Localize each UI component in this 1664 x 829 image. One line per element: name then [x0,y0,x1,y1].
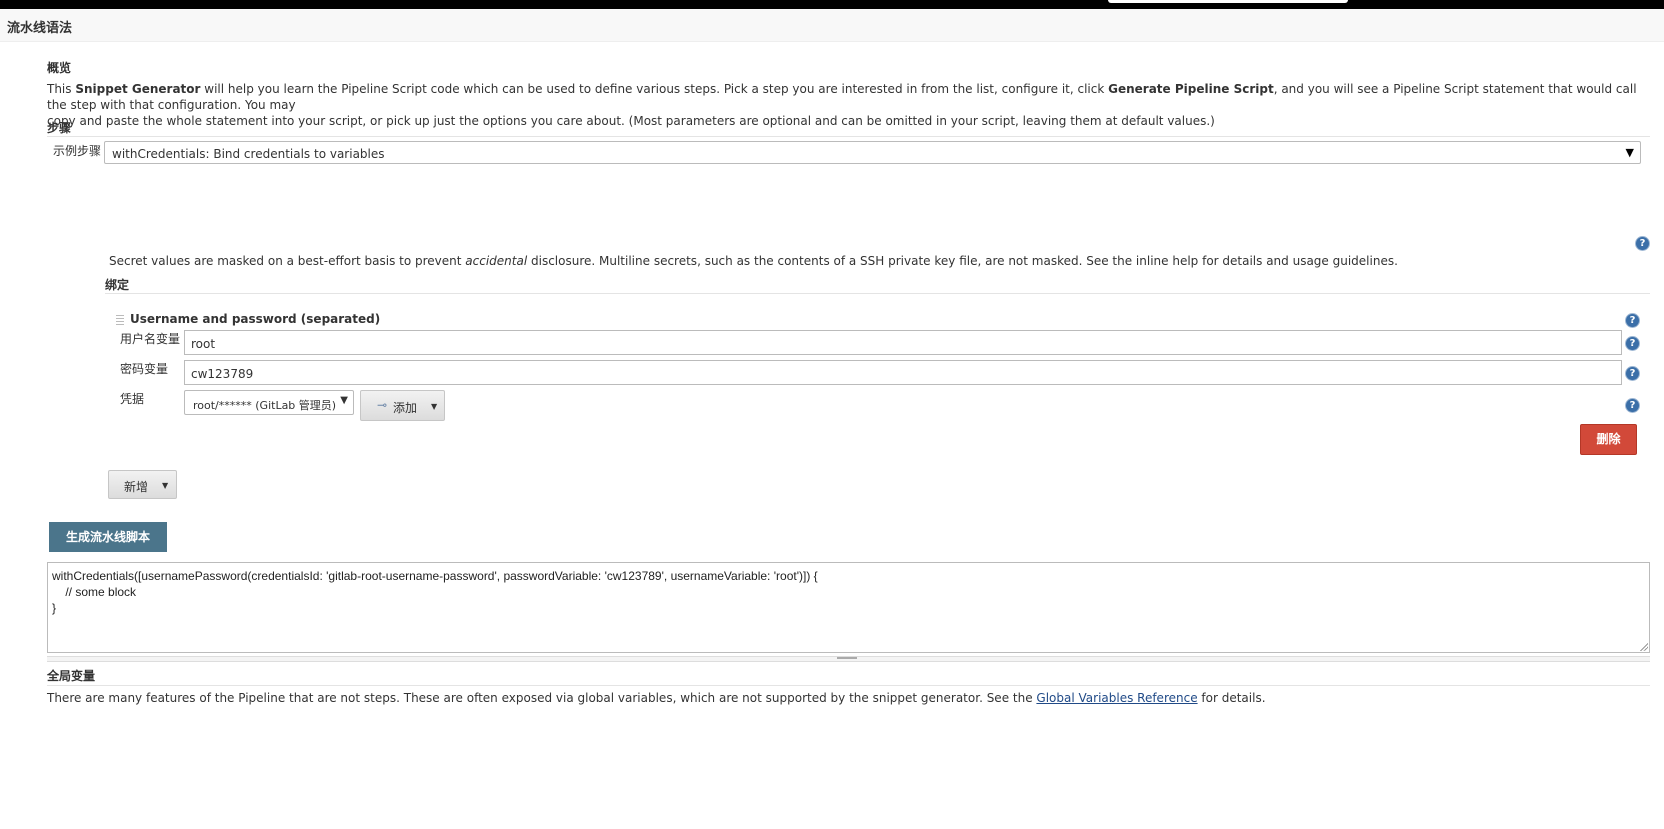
global-variables-reference-link[interactable]: Global Variables Reference [1036,691,1197,705]
resize-knob [837,657,857,659]
add-credentials-button[interactable]: ⊸ 添加 ▼ [360,390,445,421]
binding-type-title: Username and password (separated) [130,312,381,326]
generate-pipeline-script-button[interactable]: 生成流水线脚本 [49,522,167,552]
textarea-resize-handle[interactable] [47,656,1650,662]
credentials-label: 凭据 [120,392,145,406]
sample-step-label: 示例步骤 [53,144,102,158]
top-bar [0,0,1664,9]
overview-text-part: will help you learn the Pipeline Script … [200,82,1109,96]
secret-note-italic: accidental [465,254,528,268]
page-header: 流水线语法 [0,9,1664,42]
delete-binding-button[interactable]: 删除 [1580,424,1637,455]
overview-text-part: This [47,82,76,96]
key-icon: ⊸ [377,398,388,412]
password-variable-value: cw123789 [191,367,254,381]
overview-title: 概览 [47,61,72,75]
credentials-value: root/****** (GitLab 管理员) [193,399,337,412]
resize-grip-icon[interactable] [1639,642,1648,651]
new-binding-label: 新增 [124,480,149,494]
divider [47,685,1650,686]
steps-title: 步骤 [47,121,72,135]
username-variable-input[interactable]: root [184,330,1622,355]
overview-text: This Snippet Generator will help you lea… [47,81,1657,129]
caret-down-icon: ▼ [162,481,169,490]
help-icon[interactable]: ? [1626,367,1639,380]
password-variable-label: 密码变量 [120,362,169,376]
snippet-generator-bold: Snippet Generator [75,82,201,96]
add-credentials-label: 添加 [393,401,418,415]
divider [47,136,1650,137]
global-vars-text: There are many features of the Pipeline … [47,690,1266,706]
secret-note-part: Secret values are masked on a best-effor… [109,254,466,268]
search-box[interactable] [1108,0,1348,3]
global-vars-text-part: for details. [1197,691,1266,705]
bindings-title: 绑定 [105,278,130,292]
help-icon[interactable]: ? [1626,399,1639,412]
username-variable-value: root [191,337,216,351]
generated-script-code: withCredentials([usernamePassword(creden… [52,569,818,615]
secret-masking-note: Secret values are masked on a best-effor… [109,253,1398,269]
username-variable-label: 用户名变量 [120,332,181,346]
help-icon[interactable]: ? [1626,337,1639,350]
caret-down-icon: ▼ [431,402,438,411]
credentials-select[interactable]: root/****** (GitLab 管理员) ▼ [184,390,354,415]
secret-note-part: disclosure. Multiline secrets, such as t… [527,254,1398,268]
global-vars-text-part: There are many features of the Pipeline … [47,691,1037,705]
help-icon[interactable]: ? [1626,314,1639,327]
dropdown-arrow-icon: ▼ [1625,146,1634,159]
generate-pipeline-script-bold: Generate Pipeline Script [1108,82,1274,96]
drag-handle-icon[interactable] [116,313,124,325]
overview-text-line2: copy and paste the whole statement into … [47,114,1215,128]
global-vars-title: 全局变量 [47,669,96,683]
dropdown-arrow-icon: ▼ [340,395,348,406]
help-icon[interactable]: ? [1636,237,1649,250]
sample-step-select[interactable]: withCredentials: Bind credentials to var… [104,141,1641,164]
new-binding-button[interactable]: 新增 ▼ [108,470,177,499]
generated-script-textarea[interactable]: withCredentials([usernamePassword(creden… [47,562,1650,653]
page-title: 流水线语法 [7,21,73,36]
divider [105,293,1650,294]
sample-step-value: withCredentials: Bind credentials to var… [112,147,385,161]
password-variable-input[interactable]: cw123789 [184,360,1622,385]
